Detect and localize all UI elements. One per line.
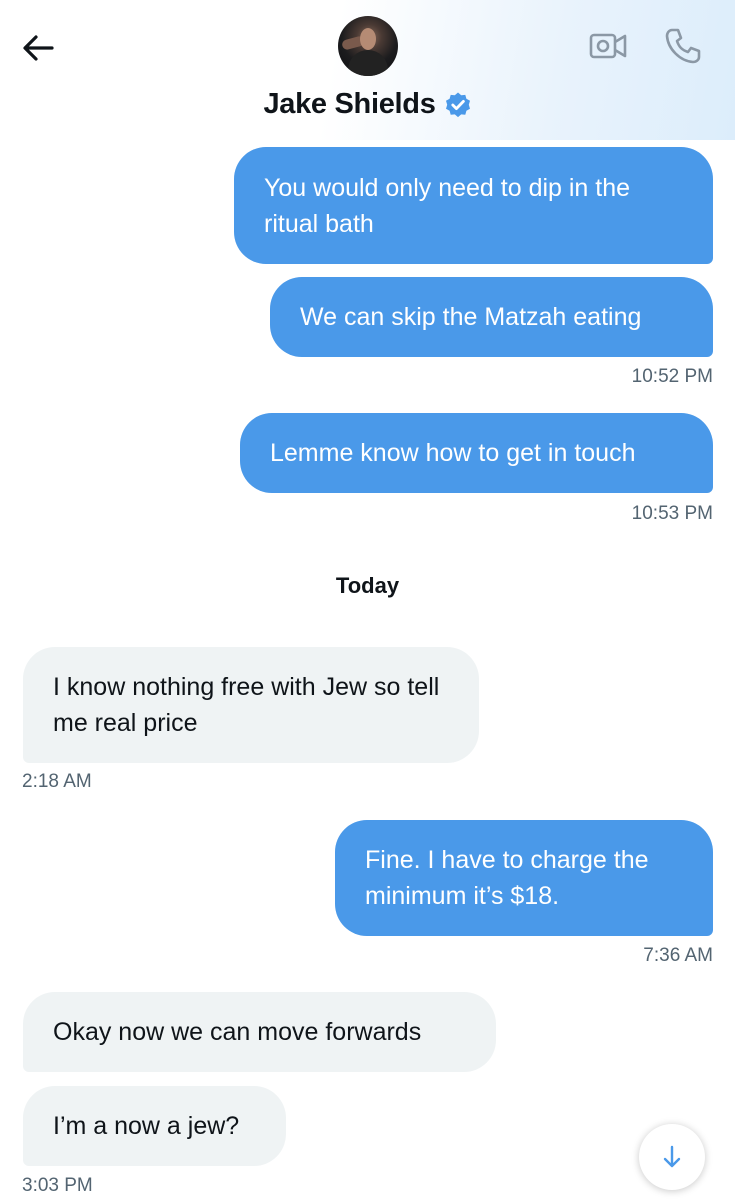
day-separator: Today (335, 573, 400, 598)
message-timestamp: 10:52 PM (631, 366, 713, 387)
message-text: I know nothing free with Jew so tell me … (53, 673, 440, 737)
back-button[interactable] (18, 28, 58, 68)
message-outgoing[interactable]: Fine. I have to charge the minimum it’s … (335, 820, 713, 936)
message-outgoing[interactable]: You would only need to dip in the ritual… (234, 147, 713, 264)
phone-icon (665, 28, 701, 64)
message-text: Fine. I have to charge the minimum it’s … (365, 846, 649, 910)
message-text: We can skip the Matzah eating (300, 303, 642, 331)
message-timestamp: 10:53 PM (631, 503, 713, 524)
message-text: Okay now we can move forwards (53, 1018, 422, 1046)
message-outgoing[interactable]: Lemme know how to get in touch (240, 413, 713, 493)
contact-title[interactable]: Jake Shields (0, 88, 735, 121)
arrow-down-icon (663, 1145, 681, 1168)
message-timestamp: 2:18 AM (22, 771, 92, 792)
message-incoming[interactable]: Okay now we can move forwards (23, 992, 496, 1072)
avatar[interactable] (338, 16, 398, 76)
message-incoming[interactable]: I’m a now a jew? (23, 1086, 286, 1166)
video-camera-icon (589, 33, 627, 59)
message-outgoing[interactable]: We can skip the Matzah eating (270, 277, 713, 357)
scroll-to-bottom-button[interactable] (639, 1124, 705, 1190)
arrow-left-icon (23, 35, 54, 61)
message-text: I’m a now a jew? (53, 1112, 240, 1140)
video-call-button[interactable] (588, 30, 628, 62)
message-timestamp: 7:36 AM (643, 945, 713, 966)
message-text: Lemme know how to get in touch (270, 439, 636, 467)
message-text: You would only need to dip in the ritual… (264, 173, 631, 238)
contact-name: Jake Shields (263, 88, 436, 120)
message-incoming[interactable]: I know nothing free with Jew so tell me … (23, 647, 479, 763)
message-timestamp: 3:03 PM (22, 1175, 93, 1196)
conversation-header: Jake Shields (0, 0, 735, 140)
phone-call-button[interactable] (663, 26, 703, 66)
verified-badge-icon (445, 92, 470, 117)
